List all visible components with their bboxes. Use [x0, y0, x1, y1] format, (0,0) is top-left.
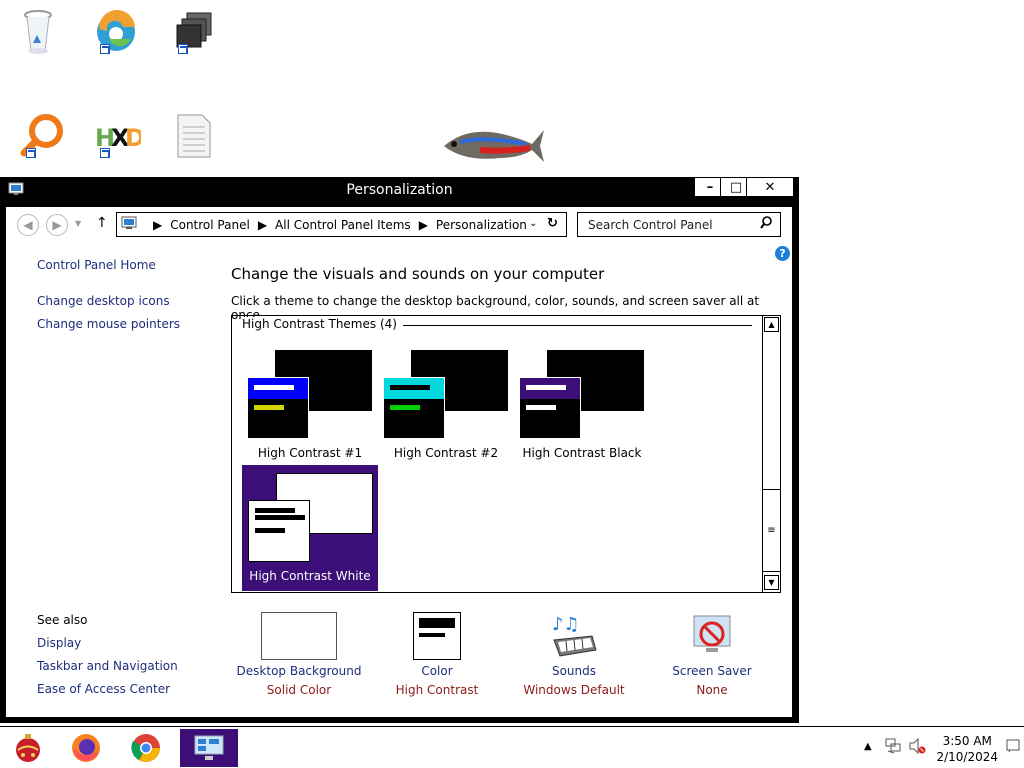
theme-preview-line — [255, 508, 295, 513]
theme-high-contrast-2[interactable]: High Contrast #2 — [378, 343, 514, 469]
screen-saver-setting[interactable]: Screen Saver None — [637, 612, 787, 697]
breadcrumb-separator-icon: ▶ — [153, 217, 163, 232]
theme-high-contrast-white[interactable]: High Contrast White — [242, 465, 378, 591]
sounds-icon: ♪♫ — [548, 612, 600, 660]
theme-label: High Contrast Black — [522, 446, 642, 460]
desktop-background-setting[interactable]: Desktop Background Solid Color — [224, 612, 374, 697]
breadcrumb-personalization[interactable]: Personalization — [436, 218, 527, 232]
system-clock[interactable]: 3:50 AM 2/10/2024 — [936, 733, 998, 765]
theme-preview-line — [526, 385, 566, 390]
see-also-title: See also — [37, 613, 88, 627]
setting-name: Sounds — [551, 664, 597, 678]
window-switcher-icon[interactable] — [164, 2, 224, 62]
clock-time: 3:50 AM — [942, 734, 992, 748]
change-mouse-pointers-link[interactable]: Change mouse pointers — [37, 317, 180, 331]
control-panel-content: ◀ ▶ ▼ ↑ ▶ Control Panel ▶ All Control Pa… — [6, 207, 792, 717]
scroll-up-icon[interactable]: ▲ — [764, 317, 779, 332]
theme-group-label: High Contrast Themes (4) — [242, 317, 403, 331]
neon-tetra-fish-image — [440, 118, 546, 168]
clock-date: 2/10/2024 — [936, 750, 998, 764]
page-title: Change the visuals and sounds on your co… — [231, 265, 605, 283]
maximize-icon: □ — [729, 179, 743, 195]
search-placeholder: Search Control Panel — [588, 217, 713, 232]
setting-name: Desktop Background — [236, 664, 362, 678]
theme-high-contrast-1[interactable]: High Contrast #1 — [242, 343, 378, 469]
theme-label: High Contrast White — [249, 569, 371, 583]
theme-preview-front — [247, 377, 309, 439]
theme-preview-line — [255, 528, 285, 533]
firefox-taskbar-icon[interactable] — [60, 729, 112, 767]
ease-of-access-link[interactable]: Ease of Access Center — [37, 682, 170, 696]
hxd-editor-icon[interactable]: H X D — [86, 106, 146, 166]
address-bar[interactable]: ▶ Control Panel ▶ All Control Panel Item… — [116, 212, 567, 237]
svg-text:♪♫: ♪♫ — [552, 614, 580, 635]
text-file-icon[interactable] — [164, 106, 224, 166]
setting-name: Color — [421, 664, 453, 678]
theme-label: High Contrast #1 — [257, 446, 363, 460]
close-button[interactable]: ✕ — [746, 177, 794, 197]
edge-browser-icon[interactable] — [86, 2, 146, 62]
theme-preview-line — [526, 405, 556, 410]
breadcrumb-separator-icon: ▶ — [418, 217, 428, 232]
theme-preview-front — [248, 500, 310, 562]
theme-preview-line — [390, 405, 420, 410]
search-input[interactable]: Search Control Panel — [577, 212, 781, 237]
theme-list: High Contrast Themes (4) High Contrast #… — [231, 315, 781, 593]
taskbar: ▲ 3:50 AM 2/10/2024 — [0, 726, 1024, 768]
volume-muted-icon[interactable] — [908, 737, 926, 758]
back-arrow-icon[interactable]: ◀ — [17, 214, 39, 236]
magnifier-app-icon[interactable] — [12, 106, 72, 166]
change-desktop-icons-link[interactable]: Change desktop icons — [37, 294, 170, 308]
personalization-taskbar-button[interactable] — [180, 729, 238, 767]
personalization-window: Personalization – □ ✕ ◀ ▶ ▼ ↑ ▶ Control … — [0, 177, 799, 723]
blank-background-icon — [261, 612, 337, 660]
setting-value: None — [696, 683, 728, 697]
title-bar[interactable]: Personalization – □ ✕ — [0, 177, 799, 205]
theme-high-contrast-black[interactable]: High Contrast Black — [514, 343, 650, 469]
start-button[interactable] — [2, 729, 54, 767]
setting-name: Screen Saver — [672, 664, 752, 678]
theme-preview-line — [254, 405, 284, 410]
minimize-icon: – — [706, 179, 714, 195]
chrome-taskbar-icon[interactable] — [120, 729, 172, 767]
color-icon — [413, 612, 461, 660]
scroll-down-icon[interactable]: ▼ — [764, 575, 779, 590]
vertical-scrollbar[interactable]: ▲ ≡ ▼ — [762, 316, 780, 592]
notifications-icon[interactable] — [1006, 739, 1020, 756]
control-panel-icon — [121, 216, 137, 233]
breadcrumb-all-items[interactable]: All Control Panel Items — [275, 218, 411, 232]
svg-text:D: D — [125, 124, 141, 152]
taskbar-navigation-link[interactable]: Taskbar and Navigation — [37, 659, 178, 673]
forward-arrow-icon[interactable]: ▶ — [46, 214, 68, 236]
setting-value: Solid Color — [266, 683, 332, 697]
setting-value: High Contrast — [395, 683, 479, 697]
show-hidden-icons-chevron-icon[interactable]: ▲ — [864, 741, 872, 752]
theme-preview-line — [254, 385, 294, 390]
group-divider — [382, 325, 752, 326]
recycle-bin-icon[interactable] — [8, 2, 68, 62]
display-link[interactable]: Display — [37, 636, 81, 650]
address-dropdown-icon[interactable]: ⌄ — [529, 218, 537, 229]
theme-preview-line — [390, 385, 430, 390]
sounds-setting[interactable]: ♪♫ Sounds Windows Default — [499, 612, 649, 697]
scroll-thumb[interactable]: ≡ — [763, 489, 780, 572]
window-title: Personalization — [346, 182, 453, 198]
theme-label: High Contrast #2 — [393, 446, 499, 460]
breadcrumb-separator-icon: ▶ — [257, 217, 268, 232]
control-panel-home-link[interactable]: Control Panel Home — [37, 258, 156, 272]
close-icon: ✕ — [764, 179, 776, 195]
refresh-icon[interactable]: ↻ — [547, 216, 558, 231]
color-setting[interactable]: Color High Contrast — [362, 612, 512, 697]
network-icon[interactable] — [884, 737, 902, 758]
theme-preview-front — [383, 377, 445, 439]
theme-preview-line — [255, 515, 305, 520]
breadcrumb-control-panel[interactable]: Control Panel — [170, 218, 250, 232]
up-arrow-icon[interactable]: ↑ — [96, 215, 108, 231]
help-icon[interactable]: ? — [775, 246, 790, 261]
search-icon — [760, 216, 772, 233]
screen-saver-icon — [686, 612, 738, 660]
setting-value: Windows Default — [523, 683, 625, 697]
theme-preview-front — [519, 377, 581, 439]
recent-locations-chevron-icon[interactable]: ▼ — [75, 219, 81, 228]
